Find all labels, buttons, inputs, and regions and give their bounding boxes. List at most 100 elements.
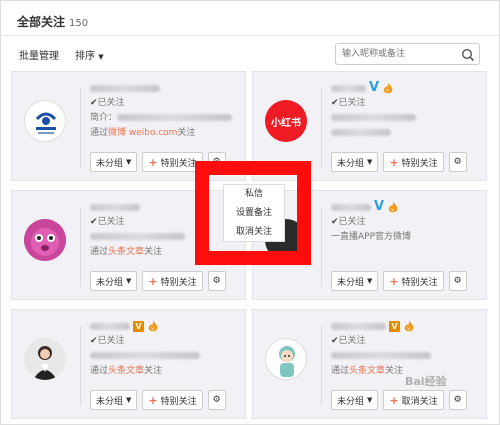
- source-link[interactable]: 微博 weibo.com: [108, 128, 177, 138]
- sort-dropdown[interactable]: 排序 ▼: [75, 47, 104, 62]
- followed-status: ✔已关注: [90, 98, 125, 108]
- group-select[interactable]: 未分组 ▼: [331, 271, 379, 291]
- divider: [321, 326, 322, 406]
- unfollow-button[interactable]: + 取消关注: [383, 390, 444, 410]
- group-select[interactable]: 未分组 ▼: [331, 390, 379, 410]
- gear-icon: ⚙: [453, 395, 462, 405]
- special-follow-button[interactable]: + 特别关注: [383, 152, 444, 172]
- check-icon: ✔: [331, 336, 339, 346]
- page-title-text: 全部关注: [17, 15, 66, 29]
- special-follow-button[interactable]: + 特别关注: [142, 390, 203, 410]
- group-select[interactable]: 未分组 ▼: [90, 271, 138, 291]
- plus-icon: +: [148, 274, 158, 288]
- group-select[interactable]: 未分组 ▼: [90, 390, 138, 410]
- verified-orange-icon: V: [133, 320, 144, 332]
- follow-source: 通过头条文章关注: [90, 366, 163, 376]
- verified-blue-icon: V: [369, 80, 380, 95]
- follow-card: Vv ✔已关注 通过头条文章关注 未分组 ▼ + 特别关注 ⚙: [11, 309, 246, 419]
- card-actions: 未分组 ▼ + 特别关注 ⚙: [331, 271, 467, 291]
- avatar[interactable]: [265, 338, 307, 380]
- avatar[interactable]: 小红书: [265, 100, 307, 142]
- avatar-text: 小红书: [271, 117, 301, 129]
- plus-icon: +: [389, 274, 399, 288]
- highlight-frame: [195, 161, 311, 265]
- follow-source: 通过微博 weibo.com关注: [90, 128, 196, 138]
- user-name[interactable]: Vv: [90, 320, 242, 332]
- settings-button[interactable]: ⚙: [448, 271, 467, 291]
- card-info: ✔已关注 简介： 通过微博 weibo.com关注: [90, 82, 242, 139]
- user-intro: [90, 350, 242, 362]
- settings-button[interactable]: ⚙: [207, 271, 226, 291]
- plus-icon: +: [389, 393, 399, 407]
- follow-card: Vv ✔已关注 通过头条文章关注 未分组 ▼ + 取消关注 ⚙: [252, 309, 487, 419]
- caret-down-icon: ▼: [98, 53, 104, 61]
- user-name[interactable]: Vv: [331, 199, 483, 214]
- card-actions: 未分组 ▼ + 取消关注 ⚙: [331, 390, 467, 410]
- watermark: Bai经验: [405, 375, 447, 388]
- card-actions: 未分组 ▼ + 特别关注 ⚙: [90, 271, 226, 291]
- verified-blue-icon: V: [374, 199, 385, 214]
- followed-status: ✔已关注: [331, 217, 366, 227]
- followed-status: ✔已关注: [331, 98, 366, 108]
- caret-down-icon: ▼: [126, 396, 132, 404]
- followed-status: ✔已关注: [90, 336, 125, 346]
- group-select[interactable]: 未分组 ▼: [331, 152, 379, 172]
- special-follow-button[interactable]: + 特别关注: [142, 271, 203, 291]
- card-actions: 未分组 ▼ + 特别关注 ⚙: [331, 152, 467, 172]
- check-icon: ✔: [331, 217, 339, 227]
- avatar[interactable]: [24, 219, 66, 261]
- card-actions: 未分组 ▼ + 特别关注 ⚙: [90, 390, 226, 410]
- divider: [80, 326, 81, 406]
- follow-count: 150: [69, 18, 89, 29]
- gear-icon: ⚙: [453, 157, 462, 167]
- svg-text:v: v: [151, 326, 154, 332]
- page-title: 全部关注 150: [17, 13, 88, 30]
- vip-badge-icon: v: [404, 320, 414, 332]
- caret-down-icon: ▼: [367, 277, 373, 285]
- search-input[interactable]: [342, 47, 452, 61]
- user-name[interactable]: Vv: [331, 320, 483, 332]
- source-link[interactable]: 头条文章: [349, 366, 385, 376]
- card-info: Vv ✔已关注: [331, 80, 483, 139]
- follow-list-page: 全部关注150 批量管理 排序 ▼ ✔已关注 简介： 通过微博 weibo.co…: [0, 0, 500, 425]
- followed-status: ✔已关注: [331, 336, 366, 346]
- search-box: [335, 43, 480, 65]
- source-link[interactable]: 头条文章: [108, 366, 144, 376]
- check-icon: ✔: [90, 217, 98, 227]
- divider: [321, 207, 322, 287]
- source-link[interactable]: 头条文章: [108, 247, 144, 257]
- caret-down-icon: ▼: [367, 396, 373, 404]
- user-intro: [331, 112, 483, 124]
- svg-text:v: v: [407, 326, 410, 332]
- divider: [80, 88, 81, 168]
- check-icon: ✔: [90, 98, 98, 108]
- special-follow-button[interactable]: + 特别关注: [142, 152, 203, 172]
- divider: [321, 88, 322, 168]
- user-name[interactable]: Vv: [331, 80, 483, 95]
- plus-icon: +: [148, 393, 158, 407]
- settings-button[interactable]: ⚙: [207, 390, 226, 410]
- plus-icon: +: [148, 155, 158, 169]
- header-divider: [1, 35, 500, 36]
- user-intro: [331, 350, 483, 362]
- gear-icon: ⚙: [212, 395, 221, 405]
- card-info: Vv ✔已关注 通过头条文章关注: [90, 320, 242, 377]
- user-name[interactable]: [90, 82, 242, 94]
- check-icon: ✔: [90, 336, 98, 346]
- avatar[interactable]: [24, 338, 66, 380]
- avatar[interactable]: [24, 100, 66, 142]
- caret-down-icon: ▼: [126, 158, 132, 166]
- gear-icon: ⚙: [453, 276, 462, 286]
- settings-button[interactable]: ⚙: [448, 152, 467, 172]
- verified-orange-icon: V: [389, 320, 400, 332]
- vip-badge-icon: v: [148, 320, 158, 332]
- search-icon[interactable]: [461, 47, 475, 66]
- user-extra: [331, 127, 483, 139]
- special-follow-button[interactable]: + 特别关注: [383, 271, 444, 291]
- svg-text:v: v: [391, 207, 394, 213]
- settings-button[interactable]: ⚙: [448, 390, 467, 410]
- batch-manage-button[interactable]: 批量管理: [19, 47, 59, 62]
- group-select[interactable]: 未分组 ▼: [90, 152, 138, 172]
- vip-badge-icon: v: [383, 82, 393, 94]
- caret-down-icon: ▼: [126, 277, 132, 285]
